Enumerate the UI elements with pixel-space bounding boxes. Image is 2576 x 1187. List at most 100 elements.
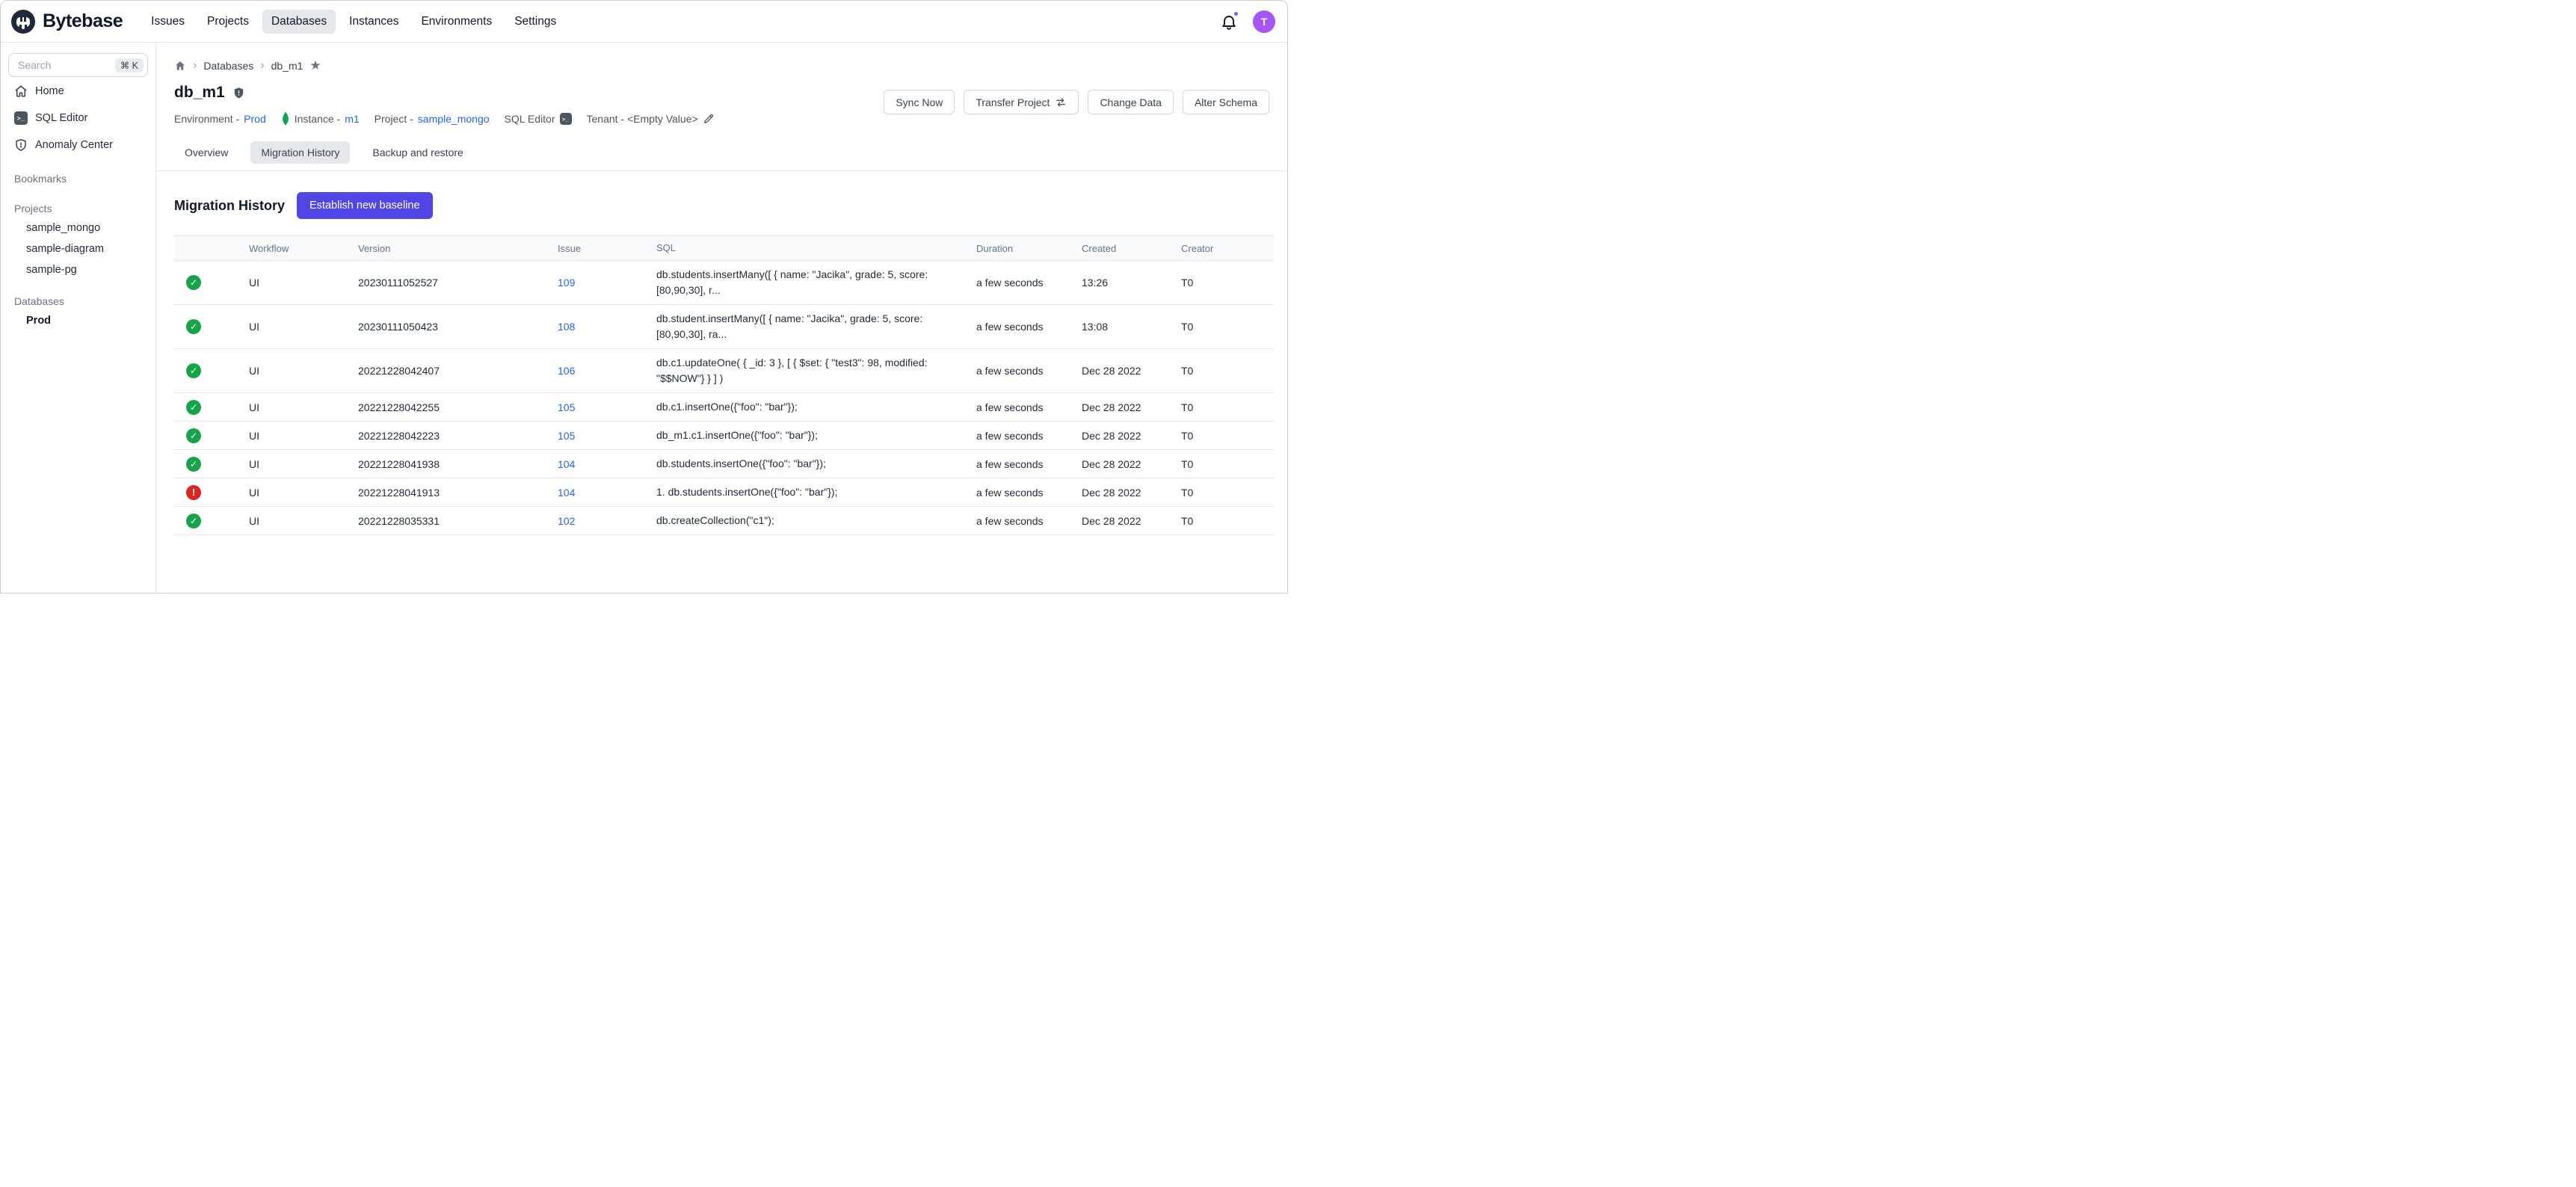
change-data-button[interactable]: Change Data <box>1088 90 1174 114</box>
breadcrumb-home-icon[interactable] <box>174 60 186 72</box>
project-link[interactable]: sample_mongo <box>418 113 490 125</box>
sidebar-project-item[interactable]: sample-diagram <box>8 238 148 259</box>
search-box: ⌘ K <box>8 53 148 77</box>
nav-item[interactable]: Settings <box>505 10 565 34</box>
table-row[interactable]: UI 20221228041938 104 db.students.insert… <box>174 450 1274 478</box>
tab[interactable]: Migration History <box>250 141 350 164</box>
version-cell: 20230111050423 <box>358 321 558 333</box>
issue-link[interactable]: 105 <box>558 401 575 413</box>
alter-schema-button[interactable]: Alter Schema <box>1183 90 1269 114</box>
nav-item[interactable]: Projects <box>198 10 258 34</box>
table-row[interactable]: UI 20221228042223 105 db_m1.c1.insertOne… <box>174 422 1274 450</box>
sidebar-item-label: Home <box>35 85 64 97</box>
breadcrumb-item-databases[interactable]: Databases <box>203 60 253 72</box>
main-nav: IssuesProjectsDatabasesInstancesEnvironm… <box>142 10 565 34</box>
issue-link[interactable]: 106 <box>558 365 575 377</box>
version-cell: 20221228041938 <box>358 458 558 470</box>
establish-baseline-button[interactable]: Establish new baseline <box>297 192 433 219</box>
version-cell: 20221228042255 <box>358 401 558 413</box>
issue-link[interactable]: 104 <box>558 458 575 470</box>
table-row[interactable]: UI 20221228035331 102 db.createCollectio… <box>174 507 1274 535</box>
created-cell: Dec 28 2022 <box>1082 515 1181 527</box>
instance-label: Instance - <box>295 113 340 125</box>
status-icon <box>186 275 201 290</box>
nav-item[interactable]: Issues <box>142 10 194 34</box>
edit-pencil-icon[interactable] <box>703 113 715 125</box>
sidebar-section-bookmarks: Bookmarks <box>8 170 148 188</box>
version-cell: 20221228042223 <box>358 430 558 442</box>
workflow-cell: UI <box>249 401 358 413</box>
workflow-cell: UI <box>249 515 358 527</box>
table-row[interactable]: UI 20230111050423 108 db.student.insertM… <box>174 305 1274 349</box>
topnav-right: T <box>1220 10 1275 33</box>
creator-cell: T0 <box>1181 515 1274 527</box>
sidebar-section-projects: Projects <box>8 200 148 218</box>
table-row[interactable]: UI 20221228042407 106 db.c1.updateOne( {… <box>174 349 1274 393</box>
brand-name: Bytebase <box>43 10 123 32</box>
status-icon <box>186 485 201 500</box>
nav-item[interactable]: Environments <box>412 10 501 34</box>
table-row[interactable]: UI 20221228042255 105 db.c1.insertOne({"… <box>174 393 1274 422</box>
sql-editor-link[interactable]: SQL Editor >_ <box>505 113 572 125</box>
sql-cell: 1. db.students.insertOne({"foo": "bar"})… <box>656 484 976 500</box>
status-icon <box>186 363 201 378</box>
sidebar-database-list: Prod <box>8 310 148 331</box>
creator-cell: T0 <box>1181 401 1274 413</box>
sidebar-item-label: Anomaly Center <box>35 139 113 151</box>
created-cell: Dec 28 2022 <box>1082 401 1181 413</box>
workflow-cell: UI <box>249 430 358 442</box>
created-cell: Dec 28 2022 <box>1082 430 1181 442</box>
duration-cell: a few seconds <box>976 401 1082 413</box>
breadcrumb-separator: › <box>260 60 264 72</box>
protected-shield-icon <box>232 86 245 100</box>
issue-link[interactable]: 109 <box>558 277 575 289</box>
content-area: Migration History Establish new baseline… <box>156 171 1287 593</box>
bytebase-logo-icon <box>10 8 37 35</box>
version-cell: 20230111052527 <box>358 277 558 289</box>
issue-link[interactable]: 102 <box>558 515 575 527</box>
project-meta: Project - sample_mongo <box>375 113 490 125</box>
instance-meta: Instance - m1 <box>281 111 360 126</box>
sidebar-project-item[interactable]: sample-pg <box>8 259 148 280</box>
created-cell: Dec 28 2022 <box>1082 487 1181 499</box>
workflow-cell: UI <box>249 277 358 289</box>
tab[interactable]: Overview <box>174 141 238 164</box>
search-input[interactable] <box>16 58 111 72</box>
column-header-version: Version <box>358 243 558 254</box>
table-row[interactable]: UI 20221228041913 104 1. db.students.ins… <box>174 478 1274 507</box>
duration-cell: a few seconds <box>976 365 1082 377</box>
favorite-star-icon[interactable]: ★ <box>309 59 321 72</box>
creator-cell: T0 <box>1181 458 1274 470</box>
sql-cell: db_m1.c1.insertOne({"foo": "bar"}); <box>656 428 976 443</box>
version-cell: 20221228042407 <box>358 365 558 377</box>
table-row[interactable]: UI 20230111052527 109 db.students.insert… <box>174 261 1274 305</box>
sql-editor-label: SQL Editor <box>505 113 555 125</box>
sync-now-button[interactable]: Sync Now <box>884 90 955 114</box>
nav-item[interactable]: Instances <box>340 10 407 34</box>
column-header-creator: Creator <box>1181 243 1274 254</box>
environment-meta: Environment - Prod <box>174 113 266 125</box>
bytebase-logo[interactable]: Bytebase <box>10 8 123 35</box>
sidebar-item-home[interactable]: Home <box>8 78 148 104</box>
issue-link[interactable]: 105 <box>558 430 575 442</box>
sql-cell: db.students.insertOne({"foo": "bar"}); <box>656 456 976 472</box>
sidebar-database-item[interactable]: Prod <box>8 310 148 331</box>
environment-link[interactable]: Prod <box>244 113 266 125</box>
transfer-project-button[interactable]: Transfer Project <box>964 90 1079 114</box>
creator-cell: T0 <box>1181 487 1274 499</box>
tab[interactable]: Backup and restore <box>362 141 473 164</box>
sidebar-project-item[interactable]: sample_mongo <box>8 218 148 238</box>
issue-link[interactable]: 104 <box>558 487 575 499</box>
sidebar-item-sql-editor[interactable]: >_ SQL Editor <box>8 105 148 131</box>
nav-item[interactable]: Databases <box>262 10 336 34</box>
sidebar-item-anomaly-center[interactable]: Anomaly Center <box>8 132 148 158</box>
issue-link[interactable]: 108 <box>558 321 575 333</box>
column-header-sql: SQL <box>656 241 976 256</box>
creator-cell: T0 <box>1181 430 1274 442</box>
instance-link[interactable]: m1 <box>345 113 359 125</box>
avatar[interactable]: T <box>1253 10 1275 33</box>
creator-cell: T0 <box>1181 277 1274 289</box>
duration-cell: a few seconds <box>976 515 1082 527</box>
duration-cell: a few seconds <box>976 321 1082 333</box>
notification-bell-icon[interactable] <box>1220 13 1238 31</box>
